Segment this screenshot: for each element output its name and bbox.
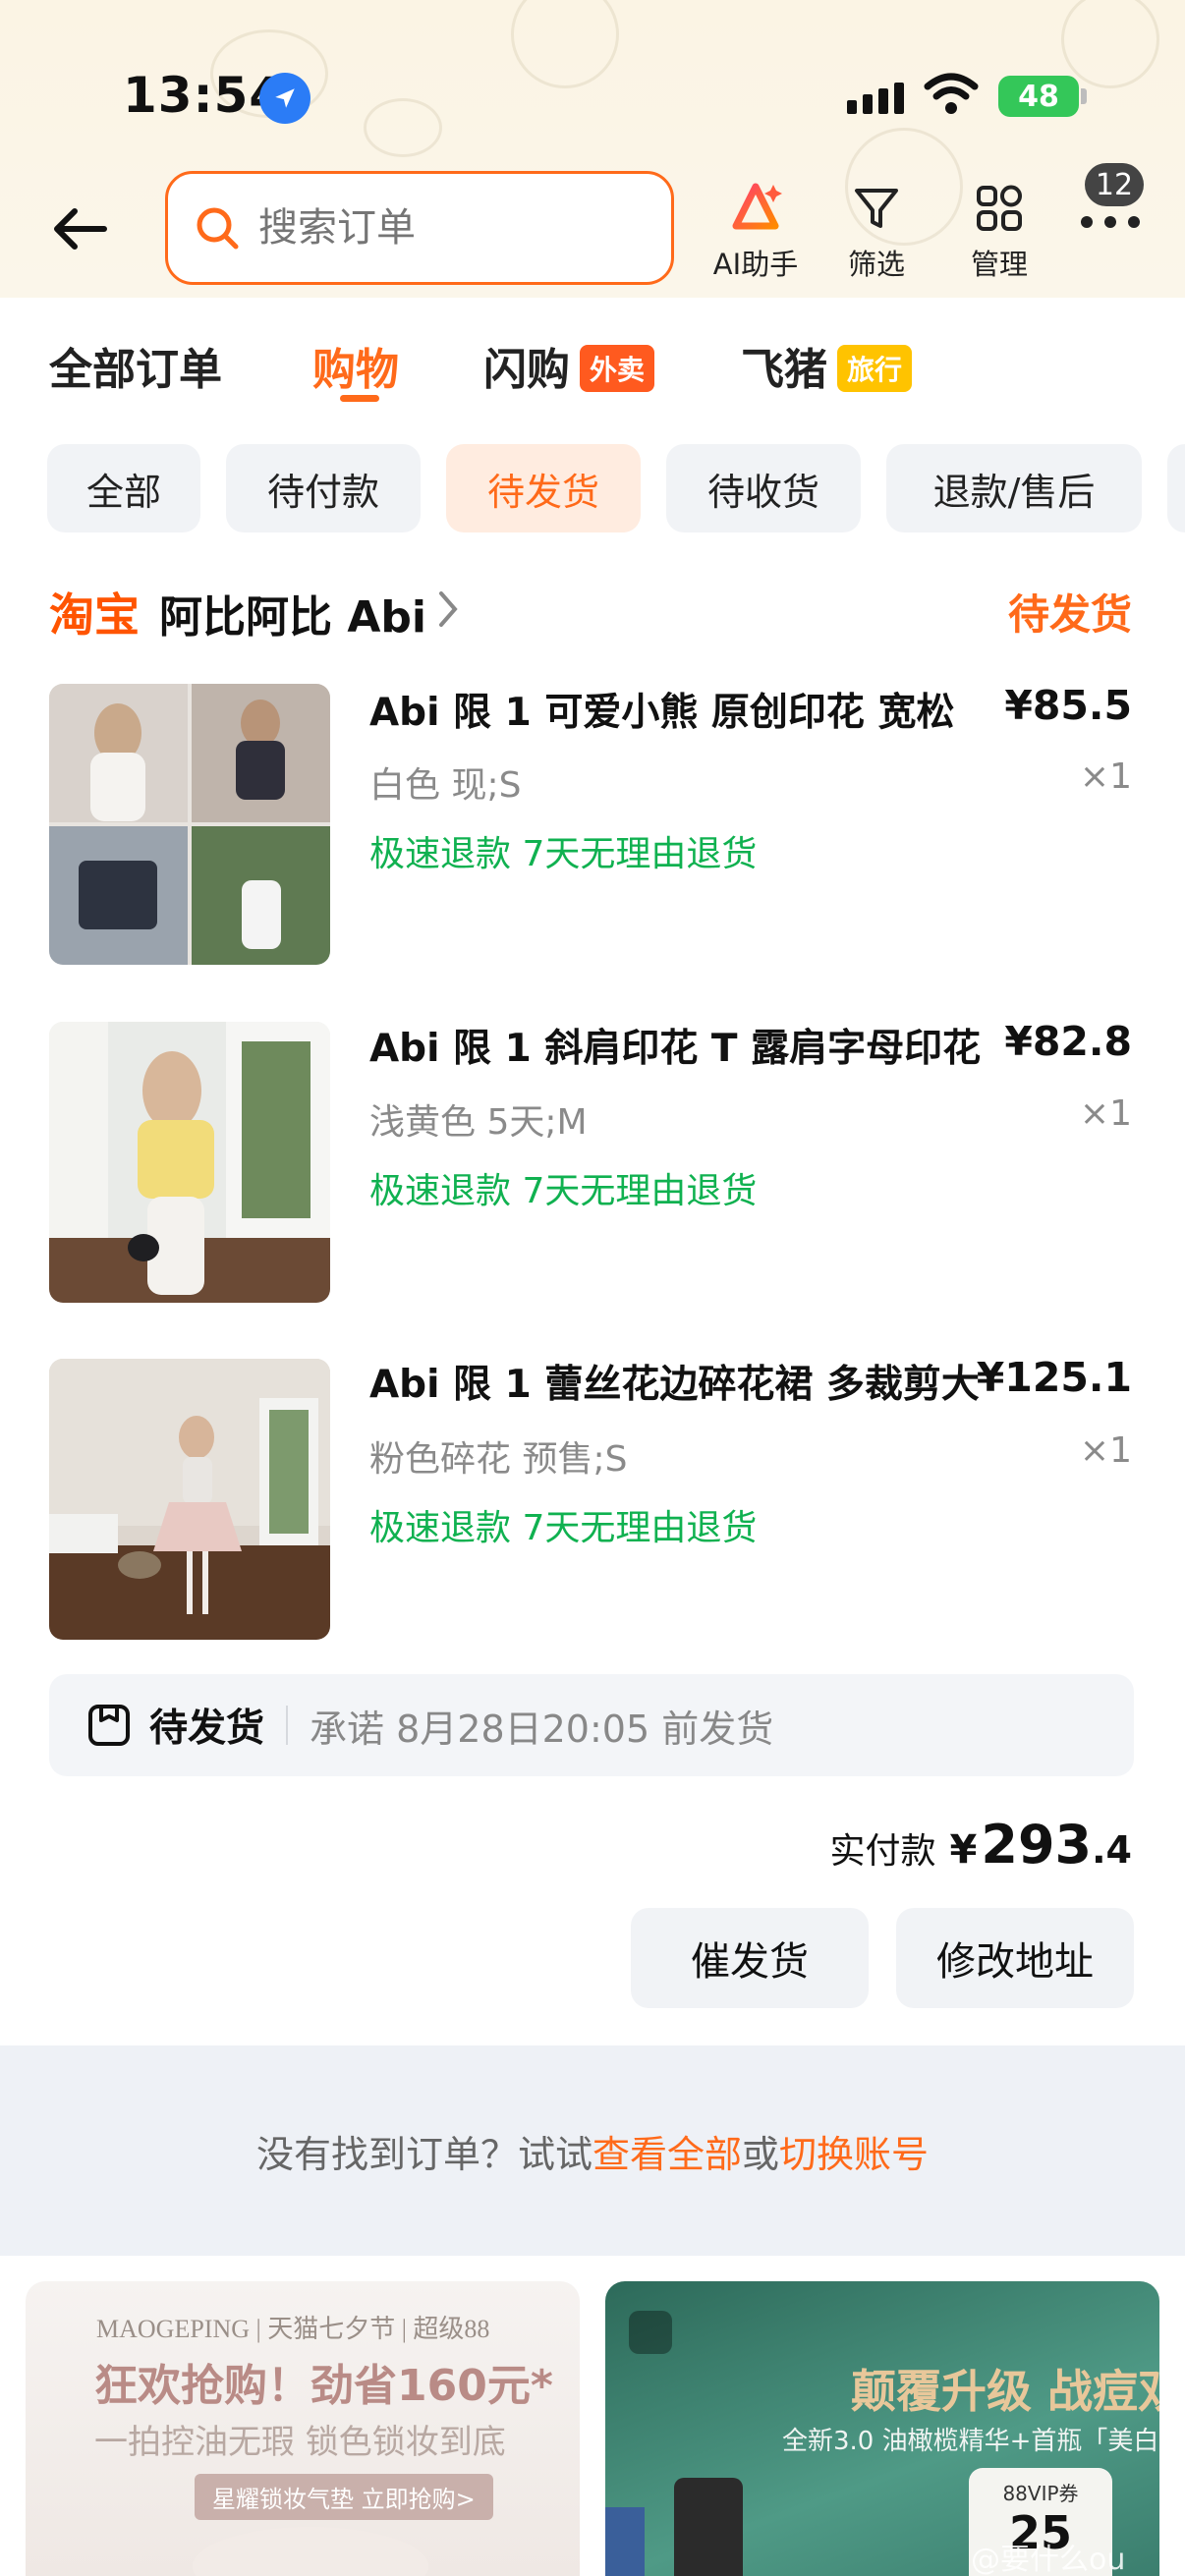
search-input[interactable]: [258, 205, 632, 251]
back-arrow-icon: [54, 208, 107, 250]
switch-account-link[interactable]: 切换账号: [779, 2124, 929, 2178]
back-button[interactable]: [47, 196, 112, 261]
item-spec: 白色 现;S: [369, 765, 522, 806]
hint-text: 没有找到订单？试试: [255, 2132, 592, 2176]
product-image[interactable]: [49, 1359, 330, 1640]
ai-assistant-label: AI助手: [712, 248, 799, 281]
order-status: 待发货: [1007, 590, 1132, 639]
filter-pending-shipment[interactable]: 待发货: [446, 444, 641, 532]
product-image[interactable]: [49, 684, 330, 965]
ad-bottle-blue: [605, 2507, 645, 2576]
location-arrow-icon: [259, 73, 310, 124]
hint-or: 或: [742, 2132, 780, 2176]
decor-bunny: [1061, 0, 1159, 88]
ad-subtitle: 全新3.0 油橄榄精华+首瓶「美白特证」: [782, 2427, 1159, 2456]
platform-label: 淘宝: [49, 588, 140, 642]
filter-label: 筛选: [847, 248, 905, 281]
watermark: @要什么ou: [971, 2543, 1126, 2576]
item-quantity: ×1: [1079, 1430, 1132, 1471]
ad-bottle: [674, 2478, 743, 2576]
item-service-tags: 极速退款 7天无理由退货: [369, 1508, 758, 1548]
ad-subtitle: 一拍控油无瑕 锁色锁妆到底: [94, 2423, 506, 2462]
total-integer: 293: [981, 1814, 1093, 1876]
chevron-right-icon[interactable]: [437, 589, 459, 633]
battery-tip: [1081, 88, 1087, 104]
modify-address-button[interactable]: 修改地址: [896, 1908, 1134, 2008]
filter-button[interactable]: 筛选: [818, 179, 935, 283]
shipping-promise: 承诺 8月28日20:05 前发货: [310, 1707, 774, 1751]
play-icon[interactable]: [629, 2311, 672, 2354]
search-icon: [197, 207, 239, 250]
decor-bunny: [511, 0, 619, 88]
item-title[interactable]: Abi 限 1 斜肩印花 T 露肩字母印花: [369, 1018, 981, 1073]
tab-all-orders[interactable]: 全部订单: [49, 334, 222, 397]
ad-card-skincare[interactable]: 颠覆升级 战痘双 全新3.0 油橄榄精华+首瓶「美白特证」 88VIP券 25: [605, 2281, 1159, 2576]
urge-shipment-button[interactable]: 催发货: [631, 1908, 869, 2008]
search-box[interactable]: [165, 171, 674, 285]
wifi-icon: [924, 73, 979, 120]
ad-card-maogeping[interactable]: MAOGEPING | 天猫七夕节 | 超级88 狂欢抢购！劲省160元* 一拍…: [26, 2281, 580, 2576]
tab-shopping[interactable]: 购物: [312, 334, 399, 397]
more-icon[interactable]: [1081, 216, 1140, 228]
item-quantity: ×1: [1079, 756, 1132, 797]
not-found-hint: 没有找到订单？试试 查看全部 或 切换账号: [0, 2045, 1185, 2256]
filter-all[interactable]: 全部: [47, 444, 200, 532]
product-image[interactable]: [49, 1022, 330, 1303]
item-spec: 浅黄色 5天;M: [369, 1102, 588, 1143]
item-title[interactable]: Abi 限 1 可爱小熊 原创印花 宽松: [369, 682, 955, 737]
battery-indicator: 48: [998, 76, 1079, 117]
ad-cta[interactable]: 星耀锁妆气垫 立即抢购>: [195, 2474, 493, 2520]
store-name[interactable]: 阿比阿比 Abi: [159, 582, 426, 644]
order-total: 实付款 ¥ 293 .4: [830, 1814, 1132, 1876]
ai-assistant-button[interactable]: AI助手: [697, 179, 815, 283]
shipping-status-label: 待发货: [149, 1707, 265, 1751]
filter-pending-payment[interactable]: 待付款: [226, 444, 421, 532]
tab-fliggy[interactable]: 飞猪 旅行: [741, 334, 913, 397]
signal-icon: [847, 83, 904, 114]
filter-icon: [847, 179, 906, 238]
coupon-label: 88VIP券: [1002, 2482, 1079, 2505]
filter-more[interactable]: [1167, 444, 1185, 532]
total-currency: ¥: [949, 1827, 978, 1873]
item-title[interactable]: Abi 限 1 蕾丝花边碎花裙 多裁剪大: [369, 1354, 980, 1409]
active-tab-indicator: [340, 395, 379, 402]
manage-label: 管理: [970, 248, 1028, 281]
tab-flash-buy[interactable]: 闪购 外卖: [483, 334, 655, 397]
shipping-info[interactable]: 待发货 承诺 8月28日20:05 前发货: [49, 1674, 1134, 1776]
item-price: ¥82.8: [1004, 1018, 1132, 1065]
notification-badge: 12: [1085, 163, 1144, 206]
ad-headline: 狂欢抢购！劲省160元*: [94, 2361, 553, 2411]
view-all-link[interactable]: 查看全部: [592, 2124, 742, 2178]
total-label: 实付款: [829, 1831, 936, 1872]
item-service-tags: 极速退款 7天无理由退货: [369, 1171, 758, 1211]
grid-icon: [970, 179, 1029, 238]
total-decimal: .4: [1092, 1828, 1132, 1872]
ai-assistant-icon: [726, 179, 785, 238]
box-icon: [88, 1705, 130, 1746]
filter-pending-receipt[interactable]: 待收货: [666, 444, 861, 532]
item-price: ¥85.5: [1004, 682, 1132, 729]
item-service-tags: 极速退款 7天无理由退货: [369, 834, 758, 874]
ad-product: [193, 2527, 428, 2576]
item-quantity: ×1: [1079, 1093, 1132, 1134]
takeout-tag: 外卖: [580, 345, 655, 392]
divider: [286, 1706, 289, 1745]
item-price: ¥125.1: [976, 1354, 1132, 1401]
manage-button[interactable]: 管理: [940, 179, 1058, 283]
ad-brand: MAOGEPING | 天猫七夕节 | 超级88: [96, 2315, 490, 2343]
filter-refund[interactable]: 退款/售后: [886, 444, 1142, 532]
ad-headline: 颠覆升级 战痘双: [851, 2365, 1159, 2418]
decor-bunny: [364, 98, 442, 157]
travel-tag: 旅行: [837, 345, 913, 392]
item-spec: 粉色碎花 预售;S: [369, 1439, 628, 1480]
